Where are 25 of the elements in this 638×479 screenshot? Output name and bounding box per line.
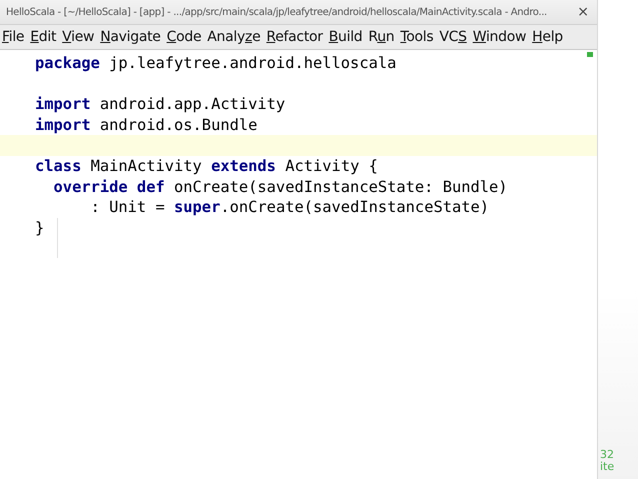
menu-item[interactable]: Help [532,29,563,45]
status-marker-icon [587,52,593,57]
close-button[interactable]: × [577,4,589,20]
code-line: override def onCreate(savedInstanceState: Bundle) [52,178,508,196]
menu-item[interactable]: Code [166,29,202,45]
code-line: : Unit = super.onCreate(savedInstanceState) [90,198,490,216]
menu-item[interactable]: Tools [400,29,434,45]
code-line: package jp.leafytree.android.helloscala [35,54,396,72]
code-line: import android.os.Bundle [35,116,258,134]
menu-item[interactable]: Window [472,29,526,45]
menu-item[interactable]: Edit [30,29,56,45]
menu-item[interactable]: Refactor [266,29,323,45]
code-line: } [35,218,44,237]
menu-item[interactable]: Navigate [100,29,161,45]
footer-text: ite [600,461,616,473]
code-line: import android.app.Activity [35,95,286,114]
code-line: class MainActivity extends Activity { [35,156,378,175]
menu-item[interactable]: Build [328,29,362,45]
menu-item[interactable]: VCS [439,29,467,45]
menu-item[interactable]: Analyze [207,29,260,45]
slide-number: 32 [600,449,615,461]
window-title: HelloScala - [~/HelloScala] - [app] - .../app/src/main/scala/jp/leafytree/android/helloscala/MainActivity.scala - Andro... [6,6,547,18]
menu-item[interactable]: View [62,29,94,45]
menu-item[interactable]: Run [368,29,394,45]
menu-item[interactable]: File [2,29,24,45]
